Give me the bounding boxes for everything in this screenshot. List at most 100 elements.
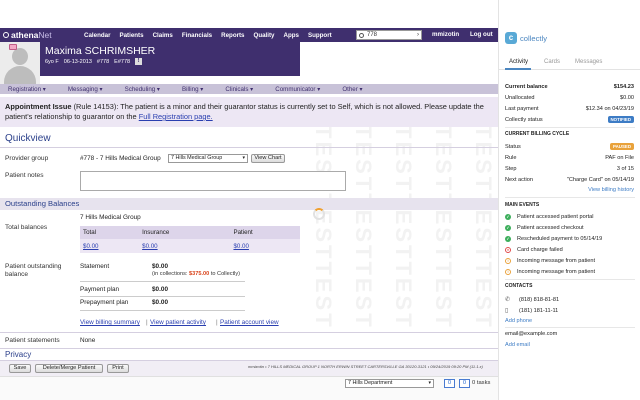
- nav-apps[interactable]: Apps: [284, 32, 299, 39]
- link-separator: |: [216, 319, 218, 326]
- user-name[interactable]: mmizotin: [432, 31, 459, 38]
- print-button[interactable]: Print: [107, 364, 129, 373]
- patient-balance-link[interactable]: $0.00: [230, 239, 300, 253]
- nav-support[interactable]: Support: [308, 32, 332, 39]
- contact-mobile[interactable]: ▯ (181) 181-11-11: [505, 307, 558, 315]
- patient-account-view-link[interactable]: Patient account view: [220, 319, 279, 326]
- contacts-title: CONTACTS: [505, 283, 533, 289]
- department-select[interactable]: 7 Hills Department ▾: [345, 379, 434, 388]
- athena-logo-icon: [3, 32, 9, 38]
- view-billing-history-link[interactable]: View billing history: [588, 187, 634, 193]
- check-icon: ✓: [505, 214, 511, 220]
- phone-number: (818) 818-81-81: [519, 296, 560, 303]
- provider-group-value: #778 - 7 Hills Medical Group: [80, 155, 161, 162]
- contact-email[interactable]: email@example.com: [505, 331, 557, 337]
- tab-messages[interactable]: Messages: [575, 59, 602, 65]
- divider: [80, 296, 245, 297]
- loading-spinner-icon: [313, 208, 325, 220]
- patient-avatar[interactable]: [0, 42, 40, 84]
- secnav-messaging[interactable]: Messaging ▾: [68, 86, 103, 93]
- provider-group-select[interactable]: 7 Hills Medical Group ▾: [168, 154, 248, 163]
- patient-name[interactable]: Maxima SCHRIMSHER: [45, 45, 155, 57]
- nav-claims[interactable]: Claims: [153, 32, 173, 39]
- logout-link[interactable]: Log out: [470, 31, 493, 38]
- collections-suffix: to Collectly): [210, 271, 241, 277]
- mobile-icon: ▯: [505, 308, 509, 314]
- footer-context-info: mmizotin • 7 HILLS MEDICAL GROUP 1 NORTH…: [248, 364, 483, 369]
- nav-calendar[interactable]: Calendar: [84, 32, 110, 39]
- watermark-text: TESTTESTTEST: [311, 125, 336, 330]
- alert-flag-icon[interactable]: !: [135, 58, 143, 65]
- search-go-icon[interactable]: ›: [414, 31, 422, 39]
- chevron-down-icon: ▾: [242, 155, 245, 161]
- view-chart-button[interactable]: View Chart: [251, 154, 285, 163]
- unallocated-label: Unallocated: [505, 95, 535, 101]
- secnav-other[interactable]: Other ▾: [342, 86, 362, 93]
- step-value: 3 of 15: [616, 166, 634, 172]
- active-tab-indicator: [505, 68, 531, 70]
- check-icon: ✓: [505, 236, 511, 242]
- next-action-label: Next action: [505, 177, 533, 183]
- delete-merge-patient-button[interactable]: Delete/Merge Patient: [35, 364, 103, 373]
- message-icon: !: [505, 258, 511, 264]
- secnav-registration[interactable]: Registration ▾: [8, 86, 46, 93]
- notification-count-a[interactable]: 0: [444, 379, 455, 388]
- balances-table: Total Insurance Patient $0.00 $0.00 $0.0…: [80, 226, 300, 253]
- total-balances-label: Total balances: [5, 224, 48, 231]
- collectly-logo-icon: c: [505, 32, 517, 44]
- view-patient-activity-link[interactable]: View patient activity: [150, 319, 206, 326]
- event-item: ✓ Patient accessed checkout: [505, 225, 584, 231]
- save-button[interactable]: Save: [9, 364, 31, 373]
- billing-cycle-title: CURRENT BILLING CYCLE: [505, 131, 570, 137]
- total-balance-link[interactable]: $0.00: [80, 239, 140, 253]
- col-total: Total: [80, 226, 140, 239]
- divider: [505, 327, 635, 328]
- athenanet-logo[interactable]: athena Net: [0, 30, 84, 40]
- secnav-communicator[interactable]: Communicator ▾: [275, 86, 320, 93]
- balance-group-name: 7 Hills Medical Group: [80, 214, 141, 221]
- avatar-head: [12, 48, 28, 65]
- nav-quality[interactable]: Quality: [254, 32, 275, 39]
- camera-icon[interactable]: [9, 44, 17, 50]
- tasks-count[interactable]: 0 tasks: [472, 380, 490, 386]
- nav-financials[interactable]: Financials: [182, 32, 212, 39]
- add-email-link[interactable]: Add email: [505, 342, 530, 348]
- patient-meta: 6yo F 06-13-2013 #778 E#778 !: [45, 58, 147, 65]
- view-billing-summary-link[interactable]: View billing summary: [80, 319, 140, 326]
- collections-amount: $375.00: [189, 271, 210, 277]
- top-nav: athena Net Calendar Patients Claims Finan…: [0, 28, 498, 42]
- notification-count-b[interactable]: 0: [459, 379, 470, 388]
- secnav-clinicals[interactable]: Clinicals ▾: [225, 86, 253, 93]
- tab-activity[interactable]: Activity: [509, 59, 528, 65]
- next-action-value: "Charge Card" on 05/14/19: [566, 177, 634, 183]
- patient-search-input[interactable]: 778: [356, 30, 422, 40]
- contact-phone[interactable]: ✆ (818) 818-81-81: [505, 296, 560, 304]
- error-icon: ×: [505, 247, 511, 253]
- collectly-panel: c collectly Activity Cards Messages Curr…: [498, 0, 640, 400]
- chevron-down-icon: ▾: [428, 380, 431, 386]
- patient-statements-label: Patient statements: [5, 337, 60, 344]
- phone-icon: ✆: [505, 297, 511, 303]
- patient-age-sex: 6yo F: [45, 58, 59, 65]
- search-value: 778: [367, 32, 378, 38]
- secnav-billing[interactable]: Billing ▾: [182, 86, 203, 93]
- collections-prefix: (in collections:: [152, 271, 188, 277]
- current-balance-label: Current balance: [505, 84, 548, 90]
- main-events-title: MAIN EVENTS: [505, 202, 540, 208]
- payment-plan-label: Payment plan: [80, 286, 120, 293]
- add-phone-link[interactable]: Add phone: [505, 318, 532, 324]
- patient-notes-field[interactable]: [80, 171, 346, 191]
- patient-outstanding-label: Patient outstanding balance: [5, 263, 62, 278]
- status-badge-notified: NOTIFIED: [607, 116, 634, 123]
- tab-cards[interactable]: Cards: [544, 59, 560, 65]
- patient-dob: 06-13-2013: [63, 58, 92, 65]
- quickview-title: Quickview: [5, 133, 51, 144]
- nav-patients[interactable]: Patients: [119, 32, 143, 39]
- event-text: Patient accessed checkout: [517, 225, 584, 231]
- watermark-text: TESTTESTTEST: [471, 125, 496, 330]
- nav-reports[interactable]: Reports: [221, 32, 244, 39]
- athenanet-app: athena Net Calendar Patients Claims Finan…: [0, 0, 498, 400]
- insurance-balance-link[interactable]: $0.00: [139, 239, 231, 253]
- secnav-scheduling[interactable]: Scheduling ▾: [125, 86, 160, 93]
- full-registration-link[interactable]: Full Registration page.: [139, 112, 213, 121]
